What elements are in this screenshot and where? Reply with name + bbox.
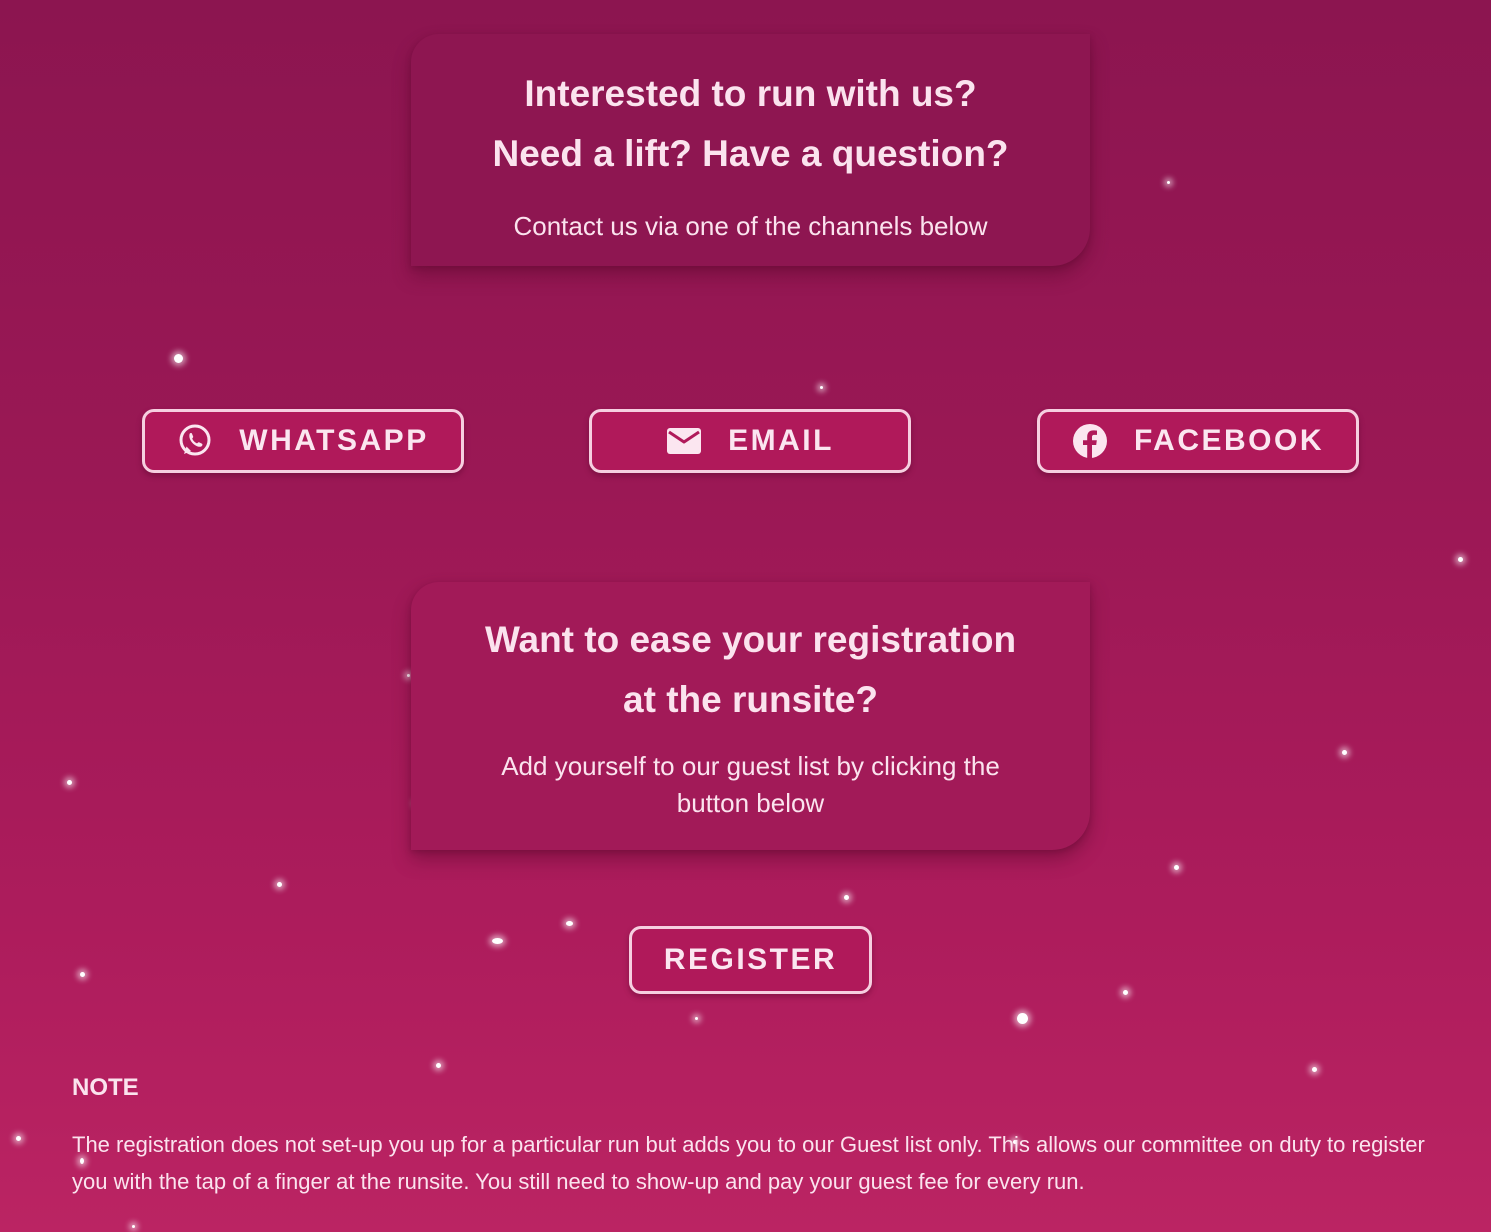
sparkle: [407, 674, 410, 677]
registration-subtitle: Add yourself to our guest list by clicki…: [501, 751, 1000, 818]
contact-subtitle: Contact us via one of the channels below: [513, 211, 988, 241]
sparkle: [80, 972, 85, 977]
register-label: REGISTER: [663, 943, 838, 976]
whatsapp-label: WHATSAPP: [239, 424, 429, 457]
whatsapp-icon: [177, 423, 213, 459]
email-button[interactable]: EMAIL: [589, 409, 911, 473]
whatsapp-button[interactable]: WHATSAPP: [142, 409, 464, 473]
sparkle: [436, 1063, 441, 1068]
sparkle: [844, 895, 849, 900]
facebook-button[interactable]: FACEBOOK: [1037, 409, 1359, 473]
sparkle: [1342, 750, 1347, 755]
sparkle: [1167, 181, 1170, 184]
note-text: The registration does not set-up you up …: [72, 1132, 1425, 1194]
registration-heading-line2: at the runsite?: [623, 679, 878, 720]
facebook-label: FACEBOOK: [1133, 424, 1324, 457]
contact-info-card: Interested to run with us? Need a lift? …: [411, 34, 1090, 266]
sparkle: [277, 882, 282, 887]
contact-heading-line2: Need a lift? Have a question?: [492, 133, 1009, 174]
sparkle: [174, 354, 183, 363]
sparkle: [132, 1225, 135, 1228]
sparkle: [492, 938, 503, 944]
sparkle: [67, 780, 72, 785]
registration-info-card: Want to ease your registration at the ru…: [411, 582, 1090, 850]
sparkle: [820, 386, 823, 389]
register-button[interactable]: REGISTER: [629, 926, 872, 994]
email-label: EMAIL: [728, 424, 834, 457]
sparkle: [1123, 990, 1128, 995]
facebook-icon: [1072, 423, 1108, 459]
sparkle: [1458, 557, 1463, 562]
sparkle: [1174, 865, 1179, 870]
sparkle: [1017, 1013, 1028, 1024]
contact-heading-line1: Interested to run with us?: [524, 73, 977, 114]
sparkle: [566, 921, 573, 926]
sparkle: [1312, 1067, 1317, 1072]
sparkle: [695, 1017, 698, 1020]
sparkle: [16, 1136, 21, 1141]
mail-icon: [666, 427, 702, 455]
note-title: NOTE: [72, 1074, 139, 1101]
registration-heading-line1: Want to ease your registration: [484, 619, 1017, 660]
